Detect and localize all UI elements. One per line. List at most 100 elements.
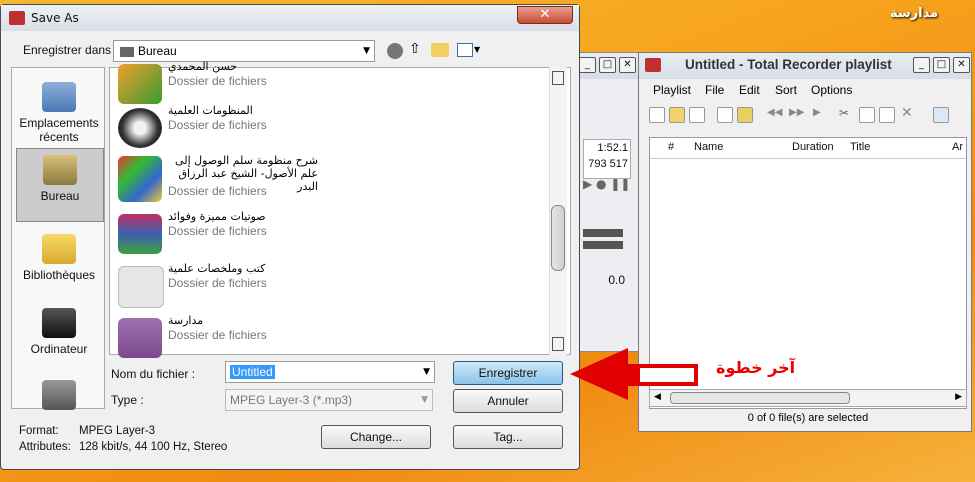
- open-folder-icon[interactable]: [669, 107, 685, 123]
- playlist-titlebar: Untitled - Total Recorder playlist _ □ ✕: [639, 53, 971, 79]
- player-close-button[interactable]: ✕: [619, 57, 636, 73]
- back-icon[interactable]: [387, 43, 403, 59]
- menu-playlist[interactable]: Playlist: [653, 83, 691, 97]
- format-value: MPEG Layer-3: [79, 425, 156, 437]
- add-file-icon[interactable]: [717, 107, 733, 123]
- desktop-folder-icon: [120, 47, 134, 57]
- copy-icon[interactable]: [859, 107, 875, 123]
- player-minimize-button[interactable]: _: [579, 57, 596, 73]
- place-network[interactable]: [16, 374, 102, 414]
- dialog-titlebar: Save As ✕: [1, 5, 579, 31]
- playlist-toolbar: ◀◀ ▶▶ ▶ ✂ ✕: [643, 103, 969, 127]
- place-computer[interactable]: Ordinateur: [16, 302, 102, 356]
- scroll-right-icon[interactable]: ▶: [955, 392, 962, 402]
- recorder-icon: [9, 11, 25, 25]
- playlist-maximize-button[interactable]: □: [933, 57, 950, 73]
- playlist-close-button[interactable]: ✕: [953, 57, 970, 73]
- view-menu-icon[interactable]: [457, 43, 473, 57]
- column-title[interactable]: Title: [850, 141, 870, 153]
- list-item[interactable]: صوتيات مميزة وفوائد Dossier de fichiers: [116, 208, 546, 256]
- list-item[interactable]: المنظومات العلمية Dossier de fichiers: [116, 102, 546, 150]
- audio-cd-icon: [118, 108, 162, 148]
- recent-places-icon: [42, 82, 76, 112]
- desktop-icon-label[interactable]: مدارسة: [890, 6, 938, 21]
- prev-icon[interactable]: ◀◀: [767, 107, 782, 118]
- msn-icon: [118, 64, 162, 104]
- place-recent-label: Emplacements récents: [19, 116, 99, 144]
- level-meter-left: [583, 229, 623, 237]
- type-value: MPEG Layer-3 (*.mp3): [230, 393, 353, 407]
- place-desktop[interactable]: Bureau: [16, 148, 104, 222]
- file-type: Dossier de fichiers: [168, 184, 267, 198]
- filename-input[interactable]: Untitled ▼: [225, 361, 435, 383]
- list-item[interactable]: شرح منظومة سلم الوصول إلى علم الأصول- ال…: [116, 152, 546, 208]
- save-in-label: Enregistrer dans :: [23, 43, 118, 57]
- save-as-dialog: Save As ✕ Enregistrer dans : Bureau ▼ ⇧ …: [0, 4, 580, 470]
- floppy-icon: [118, 318, 162, 358]
- cancel-button[interactable]: Annuler: [453, 389, 563, 413]
- menu-options[interactable]: Options: [811, 83, 852, 97]
- play-icon[interactable]: ▶: [813, 107, 821, 118]
- file-list[interactable]: حسن المحمدي Dossier de fichiers المنظوما…: [109, 60, 571, 358]
- level-meter-right: [583, 241, 623, 249]
- view-menu-chevron-icon[interactable]: ▼: [474, 45, 480, 54]
- new-icon[interactable]: [649, 107, 665, 123]
- scroll-up-icon[interactable]: [552, 71, 564, 85]
- playlist-minimize-button[interactable]: _: [913, 57, 930, 73]
- list-item[interactable]: كتب وملخصات علمية Dossier de fichiers: [116, 260, 546, 308]
- place-libraries-label: Bibliothèques: [22, 268, 96, 282]
- annotation-text: آخر خطوة: [716, 358, 796, 377]
- file-type: Dossier de fichiers: [168, 74, 267, 88]
- playlist-menu-bar: Playlist File Edit Sort Options: [639, 79, 971, 101]
- chevron-down-icon: ▼: [363, 46, 370, 56]
- next-icon[interactable]: ▶▶: [789, 107, 804, 118]
- column-duration[interactable]: Duration: [792, 141, 834, 153]
- computer-icon: [42, 308, 76, 338]
- add-folder-icon[interactable]: [737, 107, 753, 123]
- tag-button[interactable]: Tag...: [453, 425, 563, 449]
- attributes-label: Attributes:: [19, 441, 71, 453]
- chevron-down-icon[interactable]: ▼: [421, 395, 428, 405]
- chevron-down-icon[interactable]: ▼: [423, 367, 430, 377]
- dialog-close-button[interactable]: ✕: [517, 6, 573, 24]
- places-bar: Emplacements récents Bureau Bibliothèque…: [11, 67, 105, 410]
- change-button[interactable]: Change...: [321, 425, 431, 449]
- place-desktop-label: Bureau: [40, 189, 80, 203]
- save-button[interactable]: Enregistrer: [453, 361, 563, 385]
- delete-icon[interactable]: ✕: [901, 105, 913, 121]
- paste-icon[interactable]: [879, 107, 895, 123]
- type-dropdown[interactable]: MPEG Layer-3 (*.mp3) ▼: [225, 389, 433, 411]
- column-header-divider: [650, 158, 966, 159]
- player-transport-icons[interactable]: ▶ ● ❚❚: [583, 177, 630, 191]
- up-folder-icon[interactable]: ⇧: [409, 41, 421, 57]
- player-count: 793 517: [588, 158, 628, 170]
- libraries-icon: [42, 234, 76, 264]
- new-folder-icon[interactable]: [431, 43, 449, 57]
- format-label: Format:: [19, 425, 59, 437]
- file-list-scroll-thumb[interactable]: [551, 205, 565, 271]
- column-number[interactable]: #: [668, 141, 674, 153]
- save-in-value: Bureau: [138, 44, 177, 58]
- menu-edit[interactable]: Edit: [739, 83, 760, 97]
- menu-sort[interactable]: Sort: [775, 83, 797, 97]
- player-maximize-button[interactable]: □: [599, 57, 616, 73]
- column-name[interactable]: Name: [694, 141, 723, 153]
- file-type: Dossier de fichiers: [168, 276, 267, 290]
- dialog-title: Save As: [31, 11, 79, 25]
- player-window: _ □ ✕ 1:52.1 793 517 ▶ ● ❚❚ 0.0: [578, 52, 640, 352]
- player-time: 1:52.1: [597, 142, 628, 154]
- file-name: صوتيات مميزة وفوائد: [168, 210, 266, 223]
- properties-icon[interactable]: [933, 107, 949, 123]
- network-icon: [42, 380, 76, 410]
- place-libraries[interactable]: Bibliothèques: [16, 228, 102, 282]
- place-recent[interactable]: Emplacements récents: [16, 76, 102, 144]
- player-display: 1:52.1 793 517: [583, 139, 631, 179]
- windows-media-icon: [118, 156, 162, 202]
- file-name: حسن المحمدي: [168, 60, 238, 73]
- column-artist[interactable]: Ar: [952, 141, 963, 153]
- menu-file[interactable]: File: [705, 83, 724, 97]
- save-icon[interactable]: [689, 107, 705, 123]
- cut-icon[interactable]: ✂: [839, 106, 849, 120]
- list-item[interactable]: حسن المحمدي Dossier de fichiers: [116, 58, 546, 106]
- list-item[interactable]: مدارسة Dossier de fichiers: [116, 312, 546, 360]
